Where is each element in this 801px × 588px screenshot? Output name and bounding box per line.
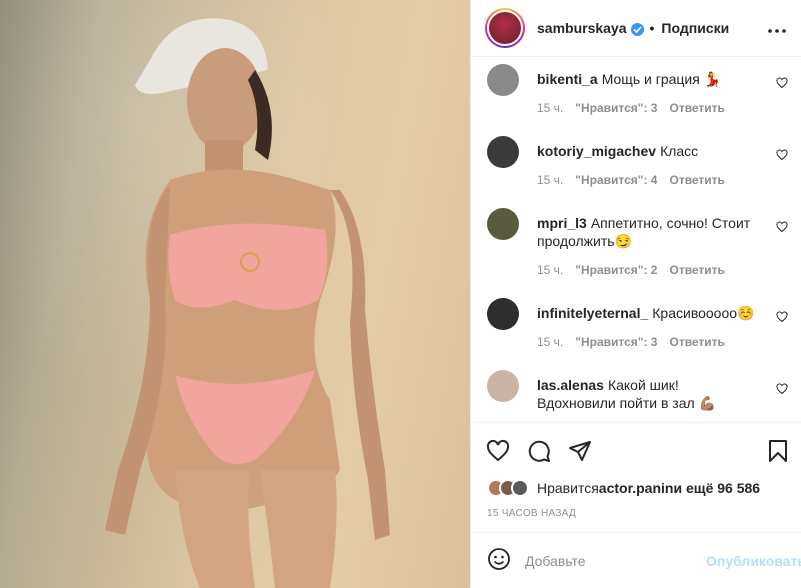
comment-time[interactable]: 15 ч. [537, 335, 563, 349]
comment-text: Класс [660, 143, 699, 159]
comment-username[interactable]: mpri_l3 [537, 215, 587, 231]
comment-likes[interactable]: "Нравится": 2 [575, 263, 657, 277]
comment-item: kotoriy_migachev Класс 15 ч. "Нравится": 4… [471, 134, 801, 187]
heart-icon[interactable] [776, 382, 788, 398]
comment-text: Мощь и грация 💃 [601, 71, 722, 87]
liker-username[interactable]: actor.panin [599, 480, 674, 496]
reply-button[interactable]: Ответить [669, 263, 724, 277]
post-header: samburskaya • Подписки [471, 0, 801, 57]
comments-list[interactable]: bikenti_a Мощь и грация 💃 15 ч. "Нравится"… [471, 57, 801, 422]
comment-username[interactable]: infinitelyeternal_ [537, 305, 648, 321]
post-photo[interactable] [0, 0, 470, 588]
post-timestamp[interactable]: 15 ЧАСОВ НАЗАД [471, 508, 801, 519]
heart-icon[interactable] [776, 148, 788, 164]
comment-item: mpri_l3 Аппетитно, сочно! Стоит продолжит… [471, 206, 801, 277]
publish-button[interactable]: Опубликовать [706, 553, 801, 569]
comment-avatar[interactable] [487, 298, 519, 330]
comment-text: Красивооооо☺️ [652, 305, 755, 321]
liker-avatar [511, 479, 529, 497]
comment-avatar[interactable] [487, 208, 519, 240]
likes-summary[interactable]: Нравится actor.panin и ещё 96 586 [471, 479, 801, 497]
comment-input[interactable] [525, 552, 706, 569]
verified-icon [630, 22, 644, 36]
comment-icon[interactable] [527, 439, 551, 466]
post-sidebar: samburskaya • Подписки bikenti_a Мощь и г… [470, 0, 801, 588]
likes-prefix: Нравится [537, 480, 599, 496]
comment-username[interactable]: kotoriy_migachev [537, 143, 656, 159]
reply-button[interactable]: Ответить [669, 101, 724, 115]
author-avatar[interactable] [485, 8, 525, 48]
emoji-icon[interactable] [487, 547, 511, 574]
reply-button[interactable]: Ответить [669, 173, 724, 187]
comment-avatar[interactable] [487, 64, 519, 96]
comment-likes[interactable]: "Нравится": 4 [575, 173, 657, 187]
comment-item: infinitelyeternal_ Красивооооо☺️ 15 ч. "Нр… [471, 296, 801, 349]
post-viewer: samburskaya • Подписки bikenti_a Мощь и г… [0, 0, 801, 588]
photo-figure [105, 18, 390, 588]
comment-avatar[interactable] [487, 136, 519, 168]
comment-item: bikenti_a Мощь и грация 💃 15 ч. "Нравится"… [471, 62, 801, 115]
heart-icon[interactable] [776, 76, 788, 92]
heart-icon[interactable] [776, 310, 788, 326]
more-icon[interactable] [767, 18, 787, 39]
comment-time[interactable]: 15 ч. [537, 101, 563, 115]
following-button[interactable]: Подписки [661, 20, 729, 36]
comment-time[interactable]: 15 ч. [537, 263, 563, 277]
share-icon[interactable] [568, 439, 592, 466]
comment-username[interactable]: bikenti_a [537, 71, 598, 87]
header-separator: • [649, 20, 655, 36]
add-comment-bar: Опубликовать [471, 532, 801, 588]
comment-username[interactable]: las.alenas [537, 377, 604, 393]
comment-likes[interactable]: "Нравится": 3 [575, 101, 657, 115]
comment-item: las.alenas Какой шик! Вдохновили пойти в … [471, 368, 801, 412]
comment-likes[interactable]: "Нравится": 3 [575, 335, 657, 349]
post-actions: Нравится actor.panin и ещё 96 586 15 ЧАС… [471, 422, 801, 588]
author-username[interactable]: samburskaya [537, 20, 627, 36]
heart-icon[interactable] [776, 220, 788, 236]
heart-icon[interactable] [486, 439, 510, 466]
comment-avatar[interactable] [487, 370, 519, 402]
action-bar [471, 423, 801, 479]
reply-button[interactable]: Ответить [669, 335, 724, 349]
likes-count[interactable]: и ещё 96 586 [673, 480, 760, 496]
comment-time[interactable]: 15 ч. [537, 173, 563, 187]
liker-avatars [487, 479, 529, 497]
bookmark-icon[interactable] [767, 439, 789, 466]
